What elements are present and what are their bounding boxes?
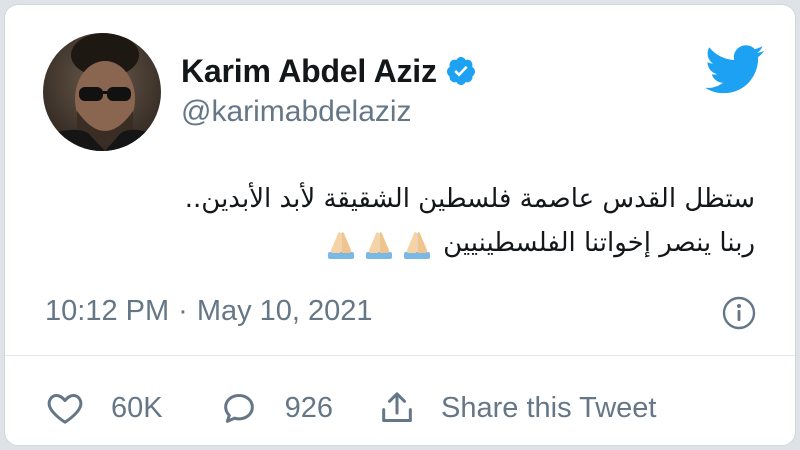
heart-icon: [47, 394, 83, 424]
twitter-bird-icon[interactable]: [705, 45, 765, 95]
tweet-text-line-2: ربنا ينصر إخواتنا الفلسطينيين: [35, 221, 755, 265]
reply-button[interactable]: 926: [219, 388, 333, 428]
author-display-name[interactable]: Karim Abdel Aziz: [181, 53, 437, 90]
tweet-date: May 10, 2021: [196, 294, 373, 327]
meta-separator: ·: [178, 294, 188, 327]
info-icon[interactable]: [721, 295, 757, 331]
folded-hands-icon: [328, 231, 355, 259]
share-tweet-button[interactable]: Share this Tweet: [377, 388, 656, 428]
like-count: 60K: [111, 391, 163, 424]
speech-bubble-icon: [223, 394, 254, 423]
tweet-time: 10:12 PM: [45, 294, 170, 327]
tweet-timestamp[interactable]: 10:12 PM · May 10, 2021: [45, 289, 373, 333]
tweet-card: Karim Abdel Aziz @karimabdelaziz ستظل ال…: [4, 4, 796, 446]
like-button[interactable]: 60K: [45, 388, 163, 428]
tweet-text-line: ستظل القدس عاصمة فلسطين الشقيقة لأبد الأ…: [184, 184, 755, 214]
tweet-text-line: ربنا ينصر إخواتنا الفلسطينيين: [443, 228, 755, 258]
share-upload-icon: [382, 392, 412, 422]
divider: [5, 355, 795, 356]
emoji-group: [325, 228, 433, 260]
tweet-actions: 60K 926 Share this Tweet: [45, 383, 656, 433]
share-label: Share this Tweet: [441, 391, 657, 424]
reply-count: 926: [284, 391, 333, 424]
tweet-text: ستظل القدس عاصمة فلسطين الشقيقة لأبد الأ…: [35, 177, 755, 265]
author-handle[interactable]: @karimabdelaziz: [181, 95, 412, 129]
verified-badge-icon: [445, 55, 477, 87]
folded-hands-icon: [404, 231, 431, 259]
avatar[interactable]: [43, 33, 161, 151]
author-name-row: Karim Abdel Aziz: [181, 49, 477, 93]
folded-hands-icon: [366, 231, 393, 259]
